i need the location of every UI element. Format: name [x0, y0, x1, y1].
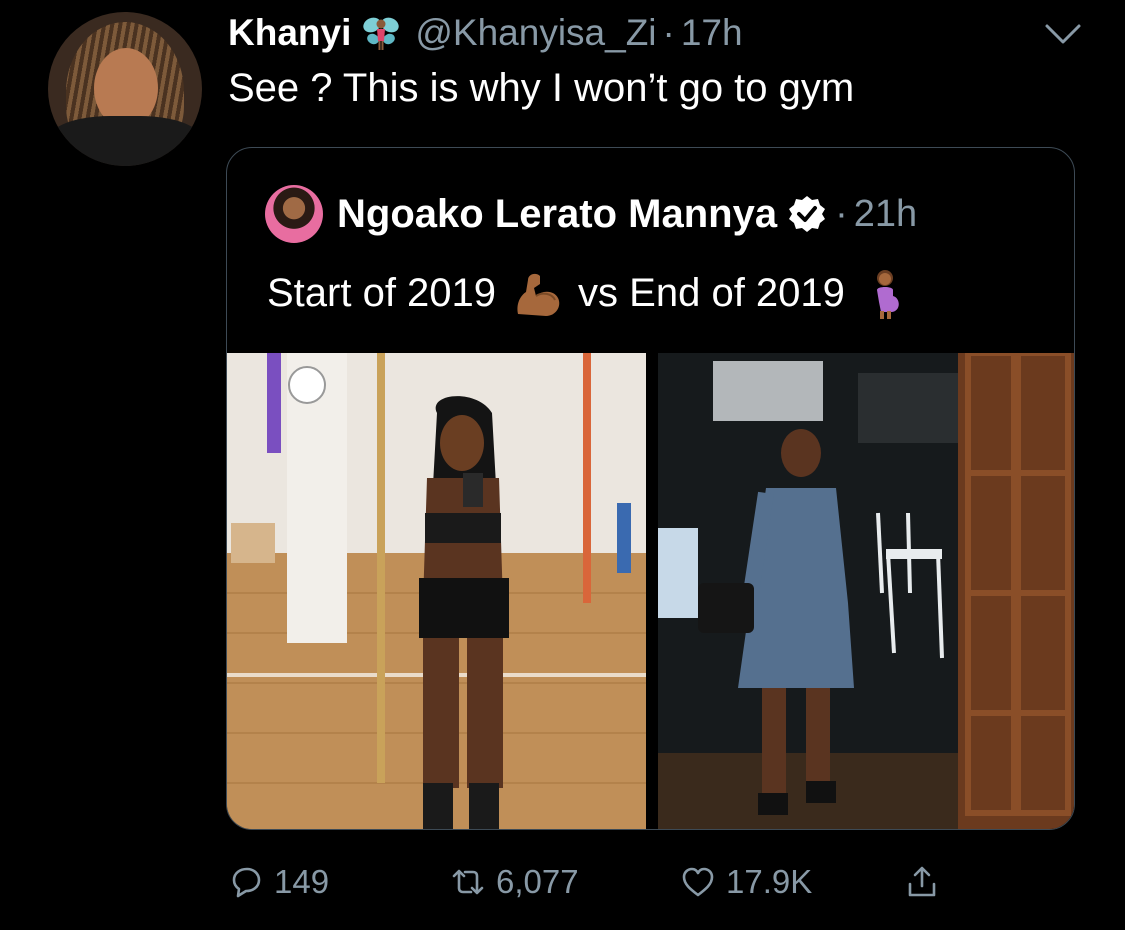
tweet-time[interactable]: 17h	[681, 12, 743, 54]
tweet-header: Khanyi @Khanyisa_Zi · 17h	[228, 10, 743, 56]
tweet-actions: 149 6,077 17.9K	[228, 858, 988, 906]
retweet-icon	[452, 869, 484, 895]
quoted-tweet-time[interactable]: 21h	[854, 193, 917, 236]
gym-mirror-selfie-photo[interactable]	[227, 353, 646, 829]
quoted-tweet-header: Ngoako Lerato Mannya · 21h	[265, 184, 917, 244]
retweet-button[interactable]: 6,077	[450, 858, 579, 906]
fairy-emoji	[363, 17, 400, 50]
like-icon	[682, 867, 714, 897]
reply-button[interactable]: 149	[228, 858, 329, 906]
header-separator: ·	[662, 12, 675, 53]
like-button[interactable]: 17.9K	[680, 858, 812, 906]
flexed-biceps-emoji	[517, 273, 560, 316]
quoted-text-part1: Start of 2019	[267, 270, 497, 315]
quoted-separator: ·	[835, 192, 848, 235]
avatar-shirt	[48, 116, 202, 166]
author-avatar[interactable]	[48, 12, 202, 166]
reply-count: 149	[274, 863, 330, 900]
quoted-text-part2: vs End of 2019	[578, 270, 845, 315]
pregnant-woman-emoji	[876, 270, 899, 319]
author-handle[interactable]: @Khanyisa_Zi	[415, 12, 656, 54]
restaurant-pregnant-woman-photo[interactable]	[658, 353, 1074, 829]
quoted-tweet[interactable]: Ngoako Lerato Mannya · 21h Start of 2019…	[226, 147, 1075, 830]
quoted-tweet-text: Start of 2019 vs End of 2019	[267, 266, 927, 320]
quoted-author-avatar[interactable]	[265, 185, 323, 243]
quoted-author-name[interactable]: Ngoako Lerato Mannya	[337, 192, 777, 237]
verified-badge-icon	[789, 196, 826, 232]
retweet-count: 6,077	[496, 863, 579, 900]
quoted-tweet-media[interactable]	[227, 353, 1074, 829]
like-count: 17.9K	[726, 863, 813, 900]
author-name[interactable]: Khanyi	[228, 12, 351, 54]
gym-scene	[227, 353, 646, 829]
reply-icon	[232, 867, 261, 898]
restaurant-scene	[658, 353, 1074, 829]
share-icon	[908, 866, 936, 897]
chevron-down-icon[interactable]	[1043, 22, 1083, 48]
tweet-text: See ? This is why I won’t go to gym	[228, 66, 855, 110]
share-button[interactable]	[904, 858, 940, 906]
